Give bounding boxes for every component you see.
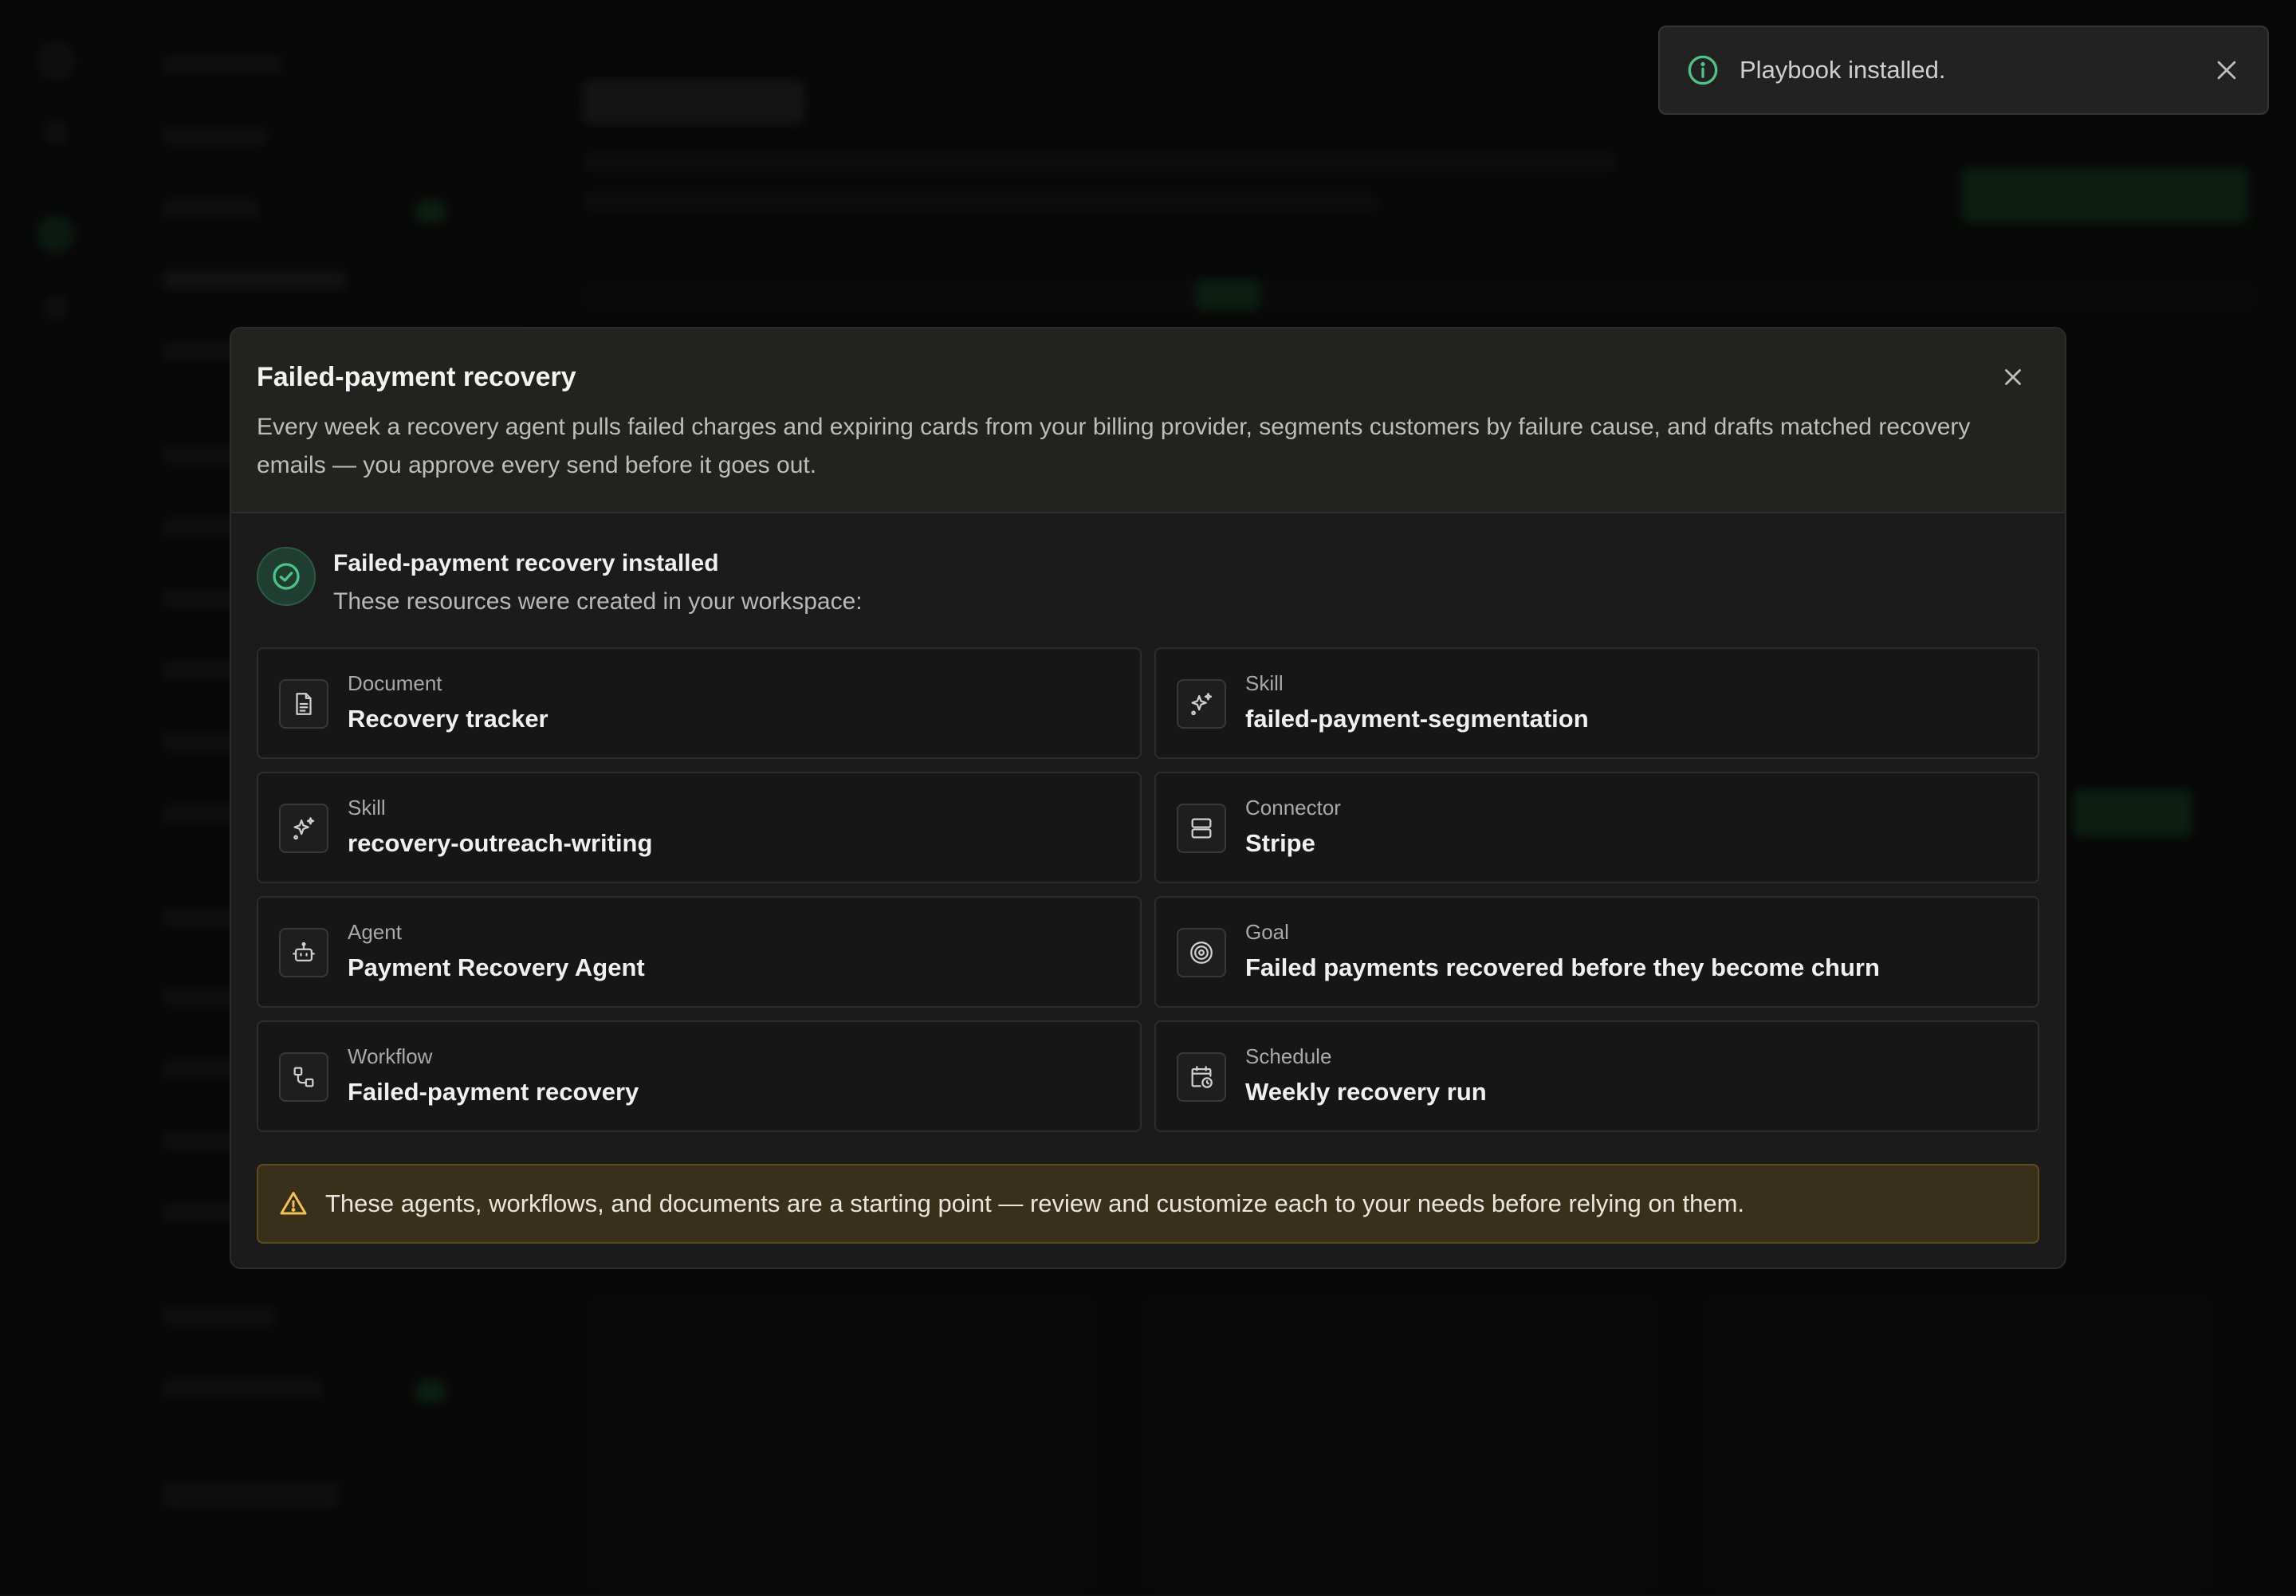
- installed-subtitle: These resources were created in your wor…: [333, 588, 863, 615]
- target-icon: [1177, 928, 1226, 977]
- resource-card-skill[interactable]: Skill recovery-outreach-writing: [257, 772, 1142, 883]
- resource-name: Stripe: [1245, 829, 1315, 857]
- resource-card-schedule[interactable]: Schedule Weekly recovery run: [1154, 1020, 2039, 1132]
- playbook-installed-dialog: Failed-payment recovery Every week a rec…: [230, 327, 2066, 1269]
- info-icon: [1688, 55, 1718, 85]
- resource-name: Failed-payment recovery: [348, 1078, 639, 1106]
- server-icon: [1177, 804, 1226, 853]
- resource-card-workflow[interactable]: Workflow Failed-payment recovery: [257, 1020, 1142, 1132]
- warning-callout: These agents, workflows, and documents a…: [257, 1164, 2039, 1244]
- installed-title: Failed-payment recovery installed: [333, 550, 719, 576]
- bot-icon: [279, 928, 328, 977]
- toast-notification: Playbook installed.: [1658, 26, 2269, 115]
- warning-triangle-icon: [280, 1192, 307, 1215]
- dialog-header: Failed-payment recovery Every week a rec…: [231, 328, 2065, 513]
- check-circle-icon: [257, 547, 316, 606]
- sparkles-icon: [279, 804, 328, 853]
- resource-name: Failed payments recovered before they be…: [1245, 953, 1880, 981]
- resource-type: Agent: [348, 920, 402, 944]
- resource-card-agent[interactable]: Agent Payment Recovery Agent: [257, 896, 1142, 1008]
- warning-text: These agents, workflows, and documents a…: [325, 1189, 1745, 1217]
- resource-type: Skill: [1245, 671, 1284, 695]
- resource-name: recovery-outreach-writing: [348, 829, 653, 857]
- sparkles-icon: [1177, 679, 1226, 729]
- resource-type: Workflow: [348, 1044, 433, 1068]
- dialog-description: Every week a recovery agent pulls failed…: [257, 414, 1971, 478]
- toast-message: Playbook installed.: [1740, 56, 1946, 84]
- resource-type: Goal: [1245, 920, 1289, 944]
- toast-close-icon[interactable]: [2213, 57, 2240, 84]
- resource-name: failed-payment-segmentation: [1245, 705, 1589, 733]
- document-icon: [279, 679, 328, 729]
- resource-type: Schedule: [1245, 1044, 1332, 1068]
- resource-card-goal[interactable]: Goal Failed payments recovered before th…: [1154, 896, 2039, 1008]
- installed-status: Failed-payment recovery installed These …: [257, 537, 1373, 617]
- resource-name: Payment Recovery Agent: [348, 953, 645, 981]
- resource-type: Document: [348, 671, 442, 695]
- workflow-icon: [279, 1052, 328, 1102]
- resource-type: Skill: [348, 796, 386, 820]
- resource-name: Weekly recovery run: [1245, 1078, 1487, 1106]
- dialog-title: Failed-payment recovery: [257, 362, 576, 392]
- resource-card-connector[interactable]: Connector Stripe: [1154, 772, 2039, 883]
- resource-card-document[interactable]: Document Recovery tracker: [257, 647, 1142, 759]
- resource-name: Recovery tracker: [348, 705, 548, 733]
- calendar-clock-icon: [1177, 1052, 1226, 1102]
- resource-card-skill[interactable]: Skill failed-payment-segmentation: [1154, 647, 2039, 759]
- resource-type: Connector: [1245, 796, 1341, 820]
- close-icon[interactable]: [1999, 364, 2027, 391]
